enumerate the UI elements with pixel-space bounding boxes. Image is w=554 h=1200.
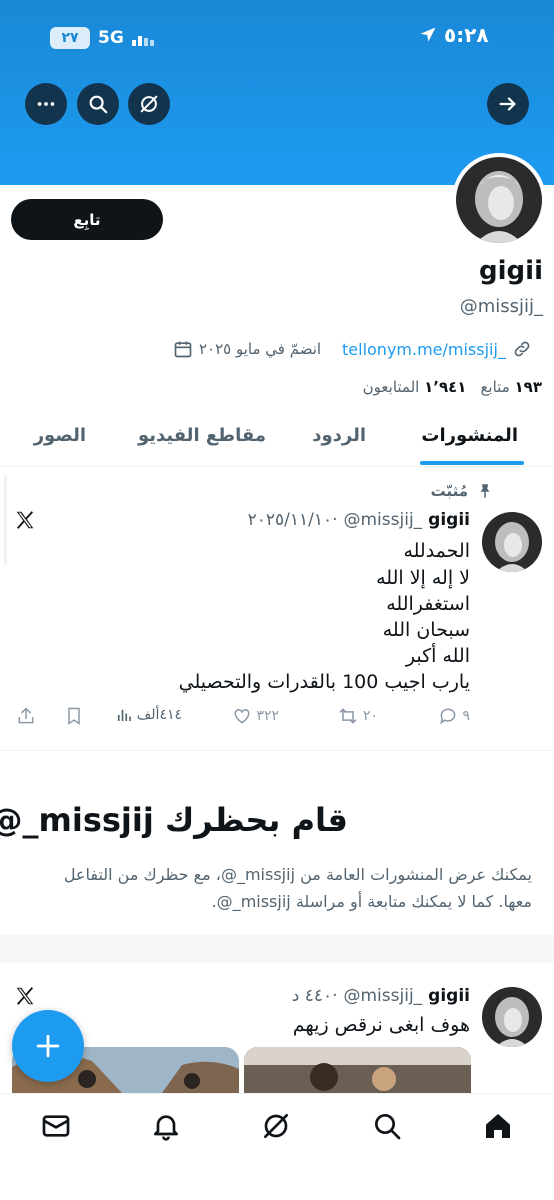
tweet-line-6: يارب اجيب 100 بالقدرات والتحصيلي (178, 671, 470, 693)
calendar-icon (174, 341, 192, 358)
location-icon (420, 27, 436, 42)
tab-replies[interactable]: الردود (312, 425, 366, 446)
reply-button[interactable]: ٩ (438, 706, 470, 726)
tweet-line-1: الحمدلله (403, 540, 470, 562)
tweet-divider (0, 750, 554, 751)
follow-stats: ١٩٣ متابع ١٬٩٤١ المتابعون (363, 378, 542, 396)
tweet-time-2: ٤٤٠ د· (291, 986, 338, 1006)
view-count: ٤١٤ألف (136, 707, 182, 723)
follow-label: تابِع (73, 210, 101, 229)
share-button[interactable] (16, 706, 36, 726)
x-logo-icon (14, 509, 36, 535)
profile-link-row[interactable]: tellonym.me/missjij_ (342, 339, 532, 359)
pinned-indicator: مُثبّت (431, 482, 494, 500)
link-icon (514, 341, 530, 357)
views-button[interactable]: ٤١٤ألف (115, 706, 182, 724)
retweet-button[interactable]: ٢٠ (337, 706, 378, 726)
messages-icon[interactable] (40, 1110, 72, 1142)
more-icon (37, 102, 55, 106)
notifications-icon[interactable] (150, 1110, 182, 1142)
tweet-line-4: سبحان الله (382, 619, 470, 641)
status-time: ٥:٢٨ (444, 23, 489, 47)
network-type: 5G (98, 28, 124, 48)
tabs-divider (0, 466, 554, 467)
grok-icon (140, 95, 158, 113)
tweet-line-5: الله أكبر (405, 645, 470, 667)
home-icon[interactable] (482, 1110, 514, 1142)
profile-handle: @missjij_ (459, 296, 543, 317)
retweet-icon (339, 708, 357, 724)
joined-row: انضمّ في مايو ٢٠٢٥ (173, 339, 321, 359)
search-button[interactable] (77, 83, 119, 125)
blocked-body: يمكنك عرض المنشورات العامة من missjij_@،… (63, 865, 532, 911)
following-label: متابع (480, 378, 510, 396)
bottom-nav (0, 1093, 554, 1200)
tweet-date: ٢٠٢٥/١١/١٠· (247, 510, 338, 530)
tweet-header: ٢٠٢٥/١١/١٠· @missjij_ gigii (248, 510, 470, 530)
plus-icon (36, 1034, 60, 1058)
grok-icon[interactable] (260, 1110, 292, 1142)
tab-indicator (420, 461, 524, 465)
tab-photos[interactable]: الصور (34, 425, 86, 446)
more-button[interactable] (25, 83, 67, 125)
tweet-author[interactable]: gigii (428, 510, 470, 530)
tweet-avatar-2[interactable] (482, 987, 542, 1047)
pinned-bar (4, 475, 7, 565)
like-count: ٣٢٢ (256, 708, 279, 724)
share-icon (18, 707, 34, 724)
retweet-count: ٢٠ (362, 708, 378, 724)
status-right-group: ٢٧ 5G (50, 27, 154, 49)
following-count: ١٩٣ (514, 378, 542, 396)
pinned-label: مُثبّت (430, 482, 468, 500)
battery-icon: ٢٧ (50, 27, 90, 49)
profile-link[interactable]: tellonym.me/missjij_ (342, 340, 506, 359)
views-icon (117, 709, 131, 721)
arrow-right-icon (499, 97, 516, 111)
tweet-handle[interactable]: @missjij_ (344, 510, 423, 530)
followers-count: ١٬٩٤١ (424, 378, 467, 396)
battery-level: ٢٧ (61, 30, 79, 46)
pin-icon (480, 484, 490, 498)
tweet-header-2: ٤٤٠ د· @missjij_ gigii (292, 986, 470, 1006)
section-divider (0, 935, 554, 963)
avatar-image (456, 157, 542, 243)
tweet-avatar[interactable] (482, 512, 542, 572)
like-button[interactable]: ٣٢٢ (232, 706, 279, 726)
avatar-image (482, 987, 542, 1047)
followers-label: المتابعون (362, 378, 420, 396)
status-time-group: ٥:٢٨ (418, 23, 489, 47)
followers-stat[interactable]: ١٬٩٤١ المتابعون (363, 378, 467, 396)
tweet-text-2: هوف ابغى نرقص زيهم (292, 1014, 470, 1036)
profile-name: gigii (479, 256, 543, 286)
back-button[interactable] (487, 83, 529, 125)
tweet-line-3: استغفرالله (386, 593, 470, 615)
avatar-image (482, 512, 542, 572)
tab-videos[interactable]: مقاطع الفيديو (138, 425, 266, 446)
bookmark-button[interactable] (64, 706, 84, 726)
compose-button[interactable] (12, 1010, 84, 1082)
photo-image (244, 1047, 471, 1093)
tweet-photo-1[interactable] (244, 1047, 471, 1093)
reply-icon (440, 708, 456, 725)
tweet-handle-2[interactable]: @missjij_ (344, 986, 423, 1006)
follow-button[interactable]: تابِع (11, 199, 163, 240)
bookmark-icon (68, 707, 80, 725)
heart-icon (235, 708, 250, 724)
tab-posts[interactable]: المنشورات (421, 425, 518, 446)
search-icon[interactable] (371, 1110, 403, 1142)
tweet-author-2[interactable]: gigii (428, 986, 470, 1006)
following-stat[interactable]: ١٩٣ متابع (480, 378, 542, 396)
search-icon (89, 95, 108, 114)
joined-date: انضمّ في مايو ٢٠٢٥ (199, 340, 322, 358)
profile-avatar[interactable] (452, 153, 546, 247)
x-logo-icon (14, 985, 36, 1011)
grok-button[interactable] (128, 83, 170, 125)
reply-count: ٩ (462, 708, 470, 724)
tweet-line-2: لا إله إلا الله (376, 567, 470, 589)
signal-icon (131, 36, 154, 46)
blocked-title: قام بحظرك missjij_@ (0, 801, 348, 839)
